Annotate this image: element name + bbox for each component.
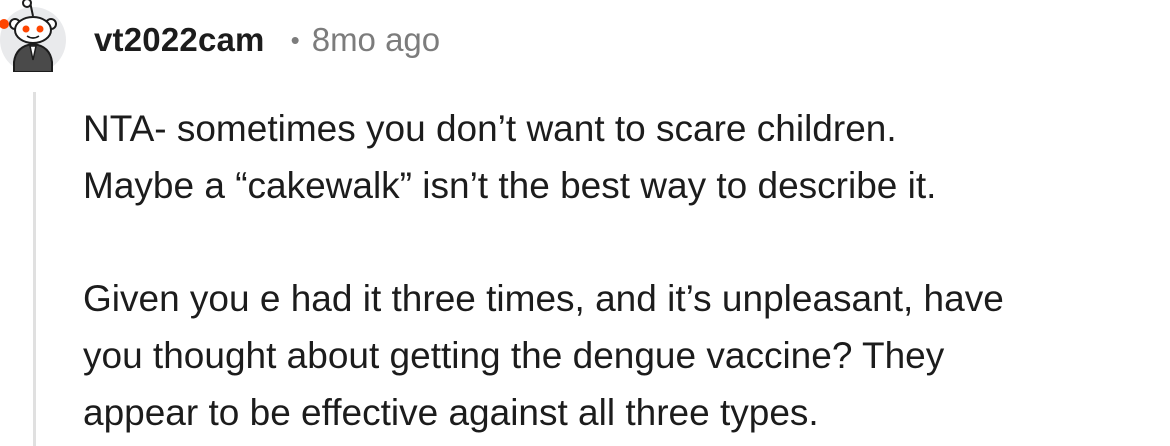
user-avatar[interactable] bbox=[0, 0, 68, 73]
comment-paragraph: Given you e had it three times, and it’s… bbox=[83, 270, 1170, 441]
reddit-snoo-avatar-icon bbox=[0, 0, 66, 73]
comment-line: NTA- sometimes you don’t want to scare c… bbox=[83, 108, 897, 149]
thread-line[interactable] bbox=[33, 92, 36, 446]
meta-separator: • bbox=[290, 24, 300, 55]
comment-timestamp[interactable]: 8mo ago bbox=[312, 21, 440, 59]
username-link[interactable]: vt2022cam bbox=[94, 21, 265, 59]
comment-paragraph: NTA- sometimes you don’t want to scare c… bbox=[83, 100, 1170, 214]
comment-line: Maybe a “cakewalk” isn’t the best way to… bbox=[83, 165, 937, 206]
comment-line: appear to be effective against all three… bbox=[83, 392, 819, 433]
comment-line: you thought about getting the dengue vac… bbox=[83, 335, 945, 376]
comment-line: Given you e had it three times, and it’s… bbox=[83, 278, 1004, 319]
comment-body: NTA- sometimes you don’t want to scare c… bbox=[83, 100, 1170, 441]
comment-header: vt2022cam • 8mo ago bbox=[94, 18, 440, 62]
comment: vt2022cam • 8mo ago NTA- sometimes you d… bbox=[0, 0, 1170, 446]
